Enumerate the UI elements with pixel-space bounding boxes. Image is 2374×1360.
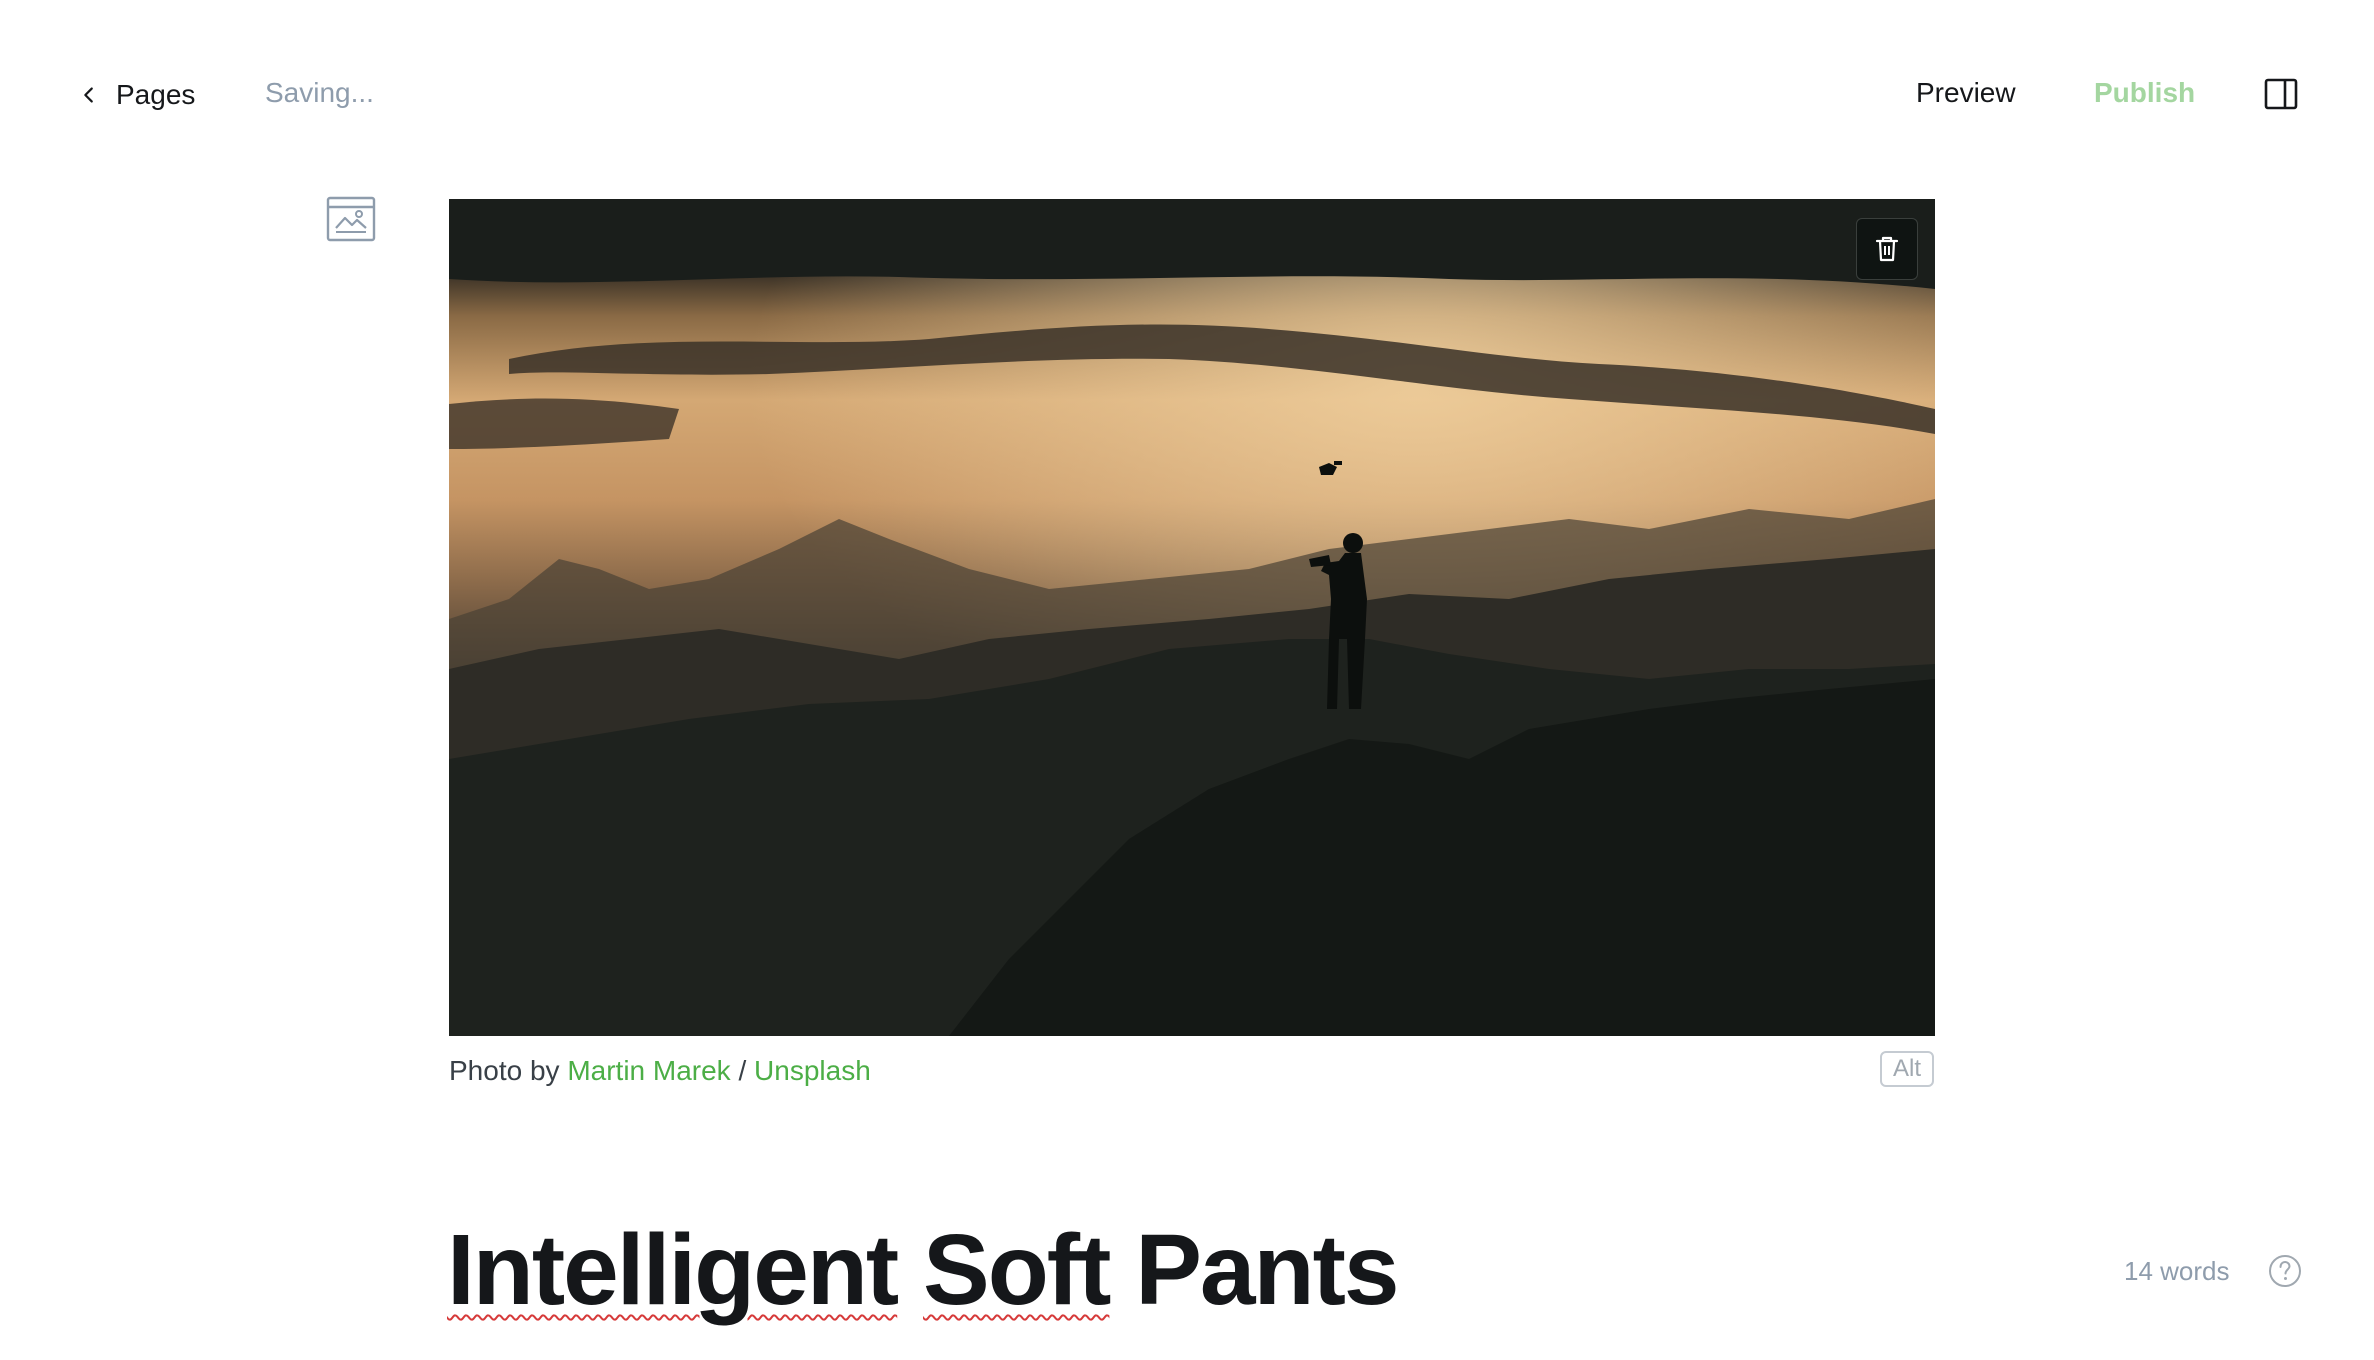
title-word: Pants xyxy=(1135,1214,1399,1326)
alt-text-button[interactable]: Alt xyxy=(1880,1051,1934,1087)
sidebar-toggle-icon[interactable] xyxy=(2264,78,2298,110)
mountain-sunset-photo xyxy=(449,199,1935,1036)
publish-button[interactable]: Publish xyxy=(2094,77,2195,109)
caption-separator: / xyxy=(738,1055,747,1086)
back-label: Pages xyxy=(116,79,196,110)
trash-icon xyxy=(1875,236,1899,262)
preview-button[interactable]: Preview xyxy=(1916,77,2016,109)
post-title[interactable]: Intelligent Soft Pants xyxy=(447,1210,1400,1330)
feature-image[interactable] xyxy=(449,199,1935,1036)
title-word: Soft xyxy=(923,1214,1111,1326)
caption-prefix: Photo by xyxy=(449,1055,560,1086)
author-link[interactable]: Martin Marek xyxy=(567,1055,730,1086)
save-status: Saving... xyxy=(265,77,374,108)
title-word: Intelligent xyxy=(447,1214,899,1326)
back-to-pages-link[interactable]: Pages xyxy=(78,73,195,117)
editor-topbar: Pages Saving... Preview Publish xyxy=(0,0,2374,190)
question-circle-icon[interactable] xyxy=(2268,1254,2302,1288)
image-caption[interactable]: Photo by Martin Marek / Unsplash xyxy=(449,1055,871,1087)
image-icon[interactable] xyxy=(326,196,376,242)
word-count: 14 words xyxy=(2124,1256,2230,1286)
chevron-left-icon xyxy=(84,87,93,103)
delete-image-button[interactable] xyxy=(1856,218,1918,280)
unsplash-link[interactable]: Unsplash xyxy=(754,1055,871,1086)
